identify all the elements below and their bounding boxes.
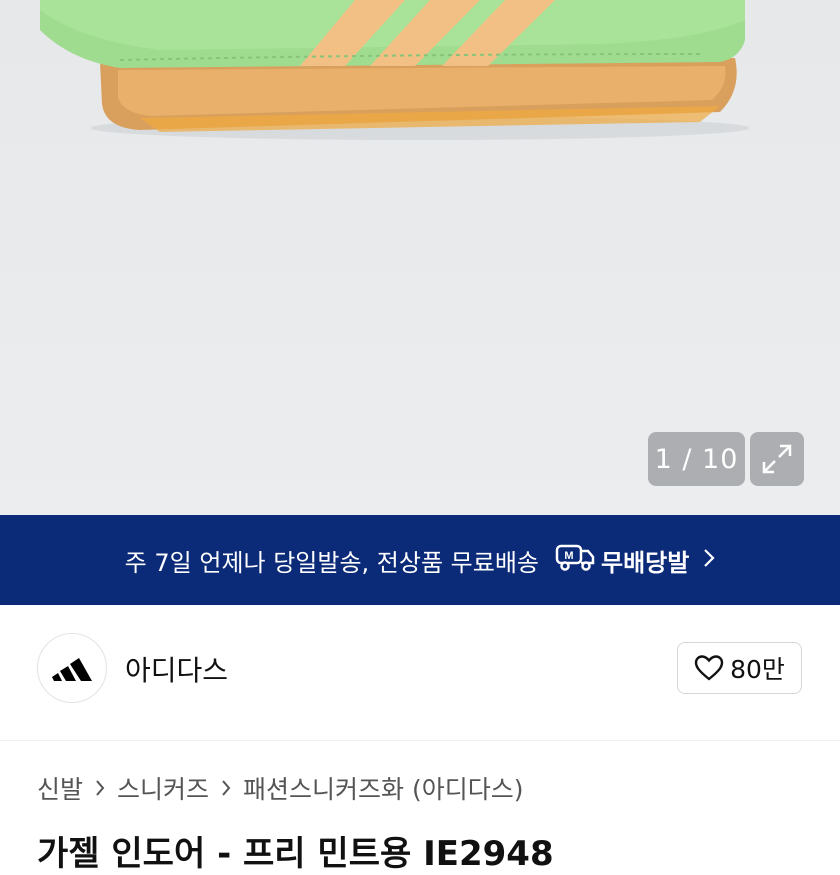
brand-logo[interactable] <box>37 633 107 703</box>
adidas-logo-icon <box>52 658 92 681</box>
promo-brand-label: 무배당발 <box>601 548 690 577</box>
breadcrumb-item-fashion-sneakers[interactable]: 패션스니커즈화 (아디다스) <box>243 770 523 806</box>
expand-icon <box>762 444 792 474</box>
image-counter: 1 / 10 <box>648 432 745 486</box>
chevron-right-icon <box>221 774 231 803</box>
section-divider <box>0 740 840 741</box>
svg-text:M: M <box>564 550 573 562</box>
breadcrumb-item-sneakers[interactable]: 스니커즈 <box>117 770 209 806</box>
free-shipping-banner[interactable]: 주 7일 언제나 당일발송, 전상품 무료배송 M 무배당발 <box>0 515 840 605</box>
like-count: 80만 <box>730 655 785 684</box>
fullscreen-button[interactable] <box>750 432 804 486</box>
breadcrumb-item-shoes[interactable]: 신발 <box>37 770 83 806</box>
product-image-gallery[interactable]: 1 / 10 <box>0 0 840 515</box>
brand-name[interactable]: 아디다스 <box>125 649 228 689</box>
promo-message: 주 7일 언제나 당일발송, 전상품 무료배송 <box>124 548 539 577</box>
brand-row: 아디다스 80만 <box>0 605 840 740</box>
chevron-right-icon <box>703 546 715 574</box>
like-button[interactable]: 80만 <box>677 642 802 694</box>
breadcrumb: 신발 스니커즈 패션스니커즈화 (아디다스) <box>37 770 524 806</box>
promo-brand: M 무배당발 <box>555 542 689 578</box>
heart-icon <box>694 655 724 681</box>
delivery-truck-icon: M <box>555 542 595 578</box>
chevron-right-icon <box>95 774 105 803</box>
product-title: 가젤 인도어 - 프리 민트용 IE2948 <box>37 834 554 874</box>
